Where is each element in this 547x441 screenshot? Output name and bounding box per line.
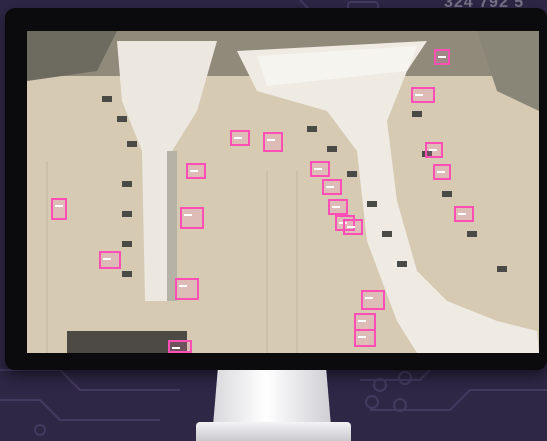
aerial-airport-image	[27, 31, 539, 353]
monitor-bezel	[5, 8, 547, 370]
detection-box	[411, 87, 435, 103]
detection-box	[433, 164, 451, 180]
detection-box	[343, 219, 363, 235]
detection-box	[99, 251, 121, 269]
monitor-stand-base	[196, 422, 351, 441]
detection-box	[354, 329, 376, 347]
monitor-stand-neck	[213, 370, 331, 426]
detection-box	[454, 206, 474, 222]
airport-terrain	[27, 31, 539, 353]
detection-box	[263, 132, 283, 152]
detection-box	[425, 142, 443, 158]
detection-box	[180, 207, 204, 229]
detection-box	[434, 49, 450, 65]
detection-box	[310, 161, 330, 177]
detection-box	[168, 340, 192, 353]
detection-box	[186, 163, 206, 179]
detection-box	[361, 290, 385, 310]
detection-box	[175, 278, 199, 300]
detection-box	[51, 198, 67, 220]
detection-box	[328, 199, 348, 215]
detection-box	[230, 130, 250, 146]
detection-box	[322, 179, 342, 195]
